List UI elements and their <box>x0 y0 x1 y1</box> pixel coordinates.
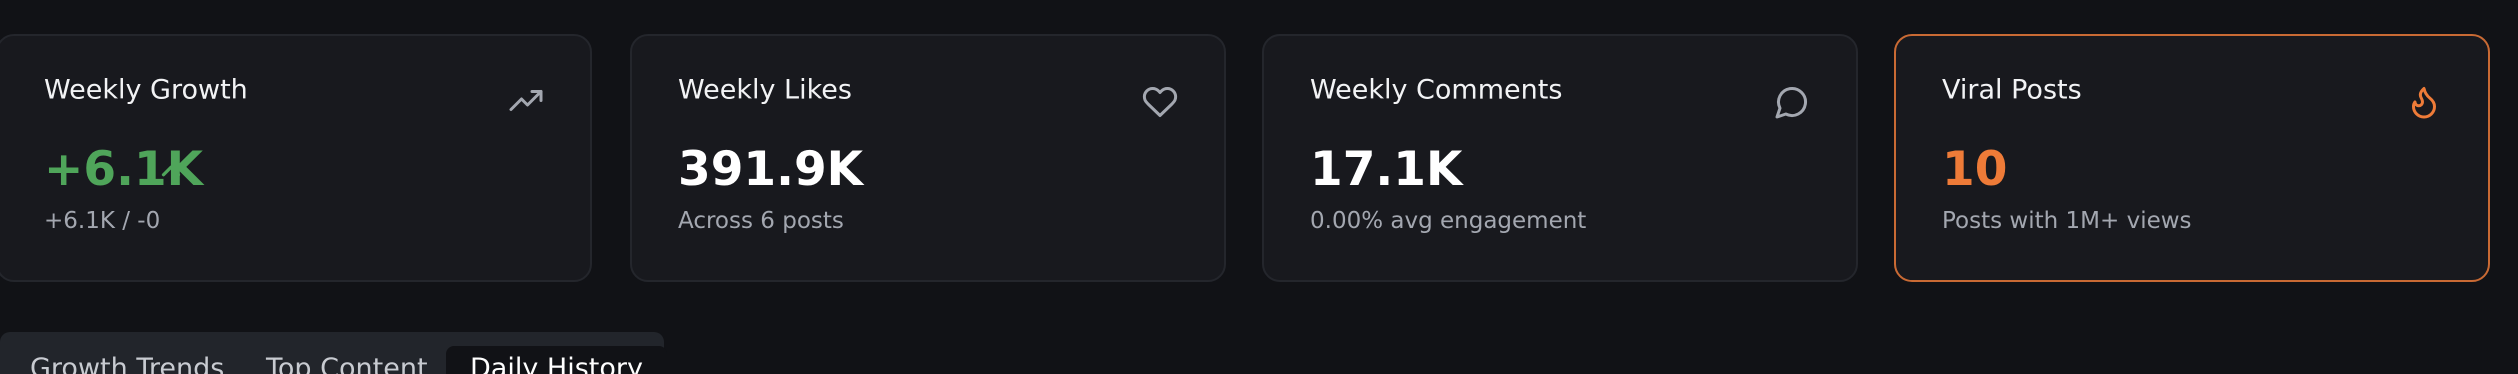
trending-up-icon <box>508 84 544 120</box>
card-title: Weekly Likes <box>678 74 852 106</box>
tab-list: Growth Trends Top Content Daily History <box>0 332 667 374</box>
card-value: 391.9K <box>678 142 864 197</box>
tab-top-content[interactable]: Top Content <box>266 346 428 374</box>
flame-icon <box>2406 84 2442 120</box>
tab-growth-trends[interactable]: Growth Trends <box>30 346 224 374</box>
card-subtitle: Across 6 posts <box>678 208 844 234</box>
viral-posts-card: Viral Posts 10 Posts with 1M+ views <box>1894 34 2490 282</box>
card-value: 10 <box>1942 142 2008 197</box>
card-title: Viral Posts <box>1942 74 2082 106</box>
card-title: Weekly Growth <box>44 74 248 106</box>
chevron-up-icon <box>156 156 186 186</box>
card-subtitle: Posts with 1M+ views <box>1942 208 2192 234</box>
card-value: 17.1K <box>1310 142 1463 197</box>
weekly-comments-card: Weekly Comments 17.1K 0.00% avg engageme… <box>1262 34 1858 282</box>
weekly-likes-card: Weekly Likes 391.9K Across 6 posts <box>630 34 1226 282</box>
dashboard-stats: Weekly Growth +6.1K +6.1K / -0 Weekly Li… <box>0 0 2518 374</box>
heart-icon <box>1142 84 1178 120</box>
weekly-growth-card: Weekly Growth +6.1K +6.1K / -0 <box>0 34 592 282</box>
tab-daily-history[interactable]: Daily History <box>446 346 667 374</box>
card-subtitle: 0.00% avg engagement <box>1310 208 1587 234</box>
message-circle-icon <box>1774 84 1810 120</box>
card-subtitle: +6.1K / -0 <box>44 208 161 234</box>
card-title: Weekly Comments <box>1310 74 1563 106</box>
